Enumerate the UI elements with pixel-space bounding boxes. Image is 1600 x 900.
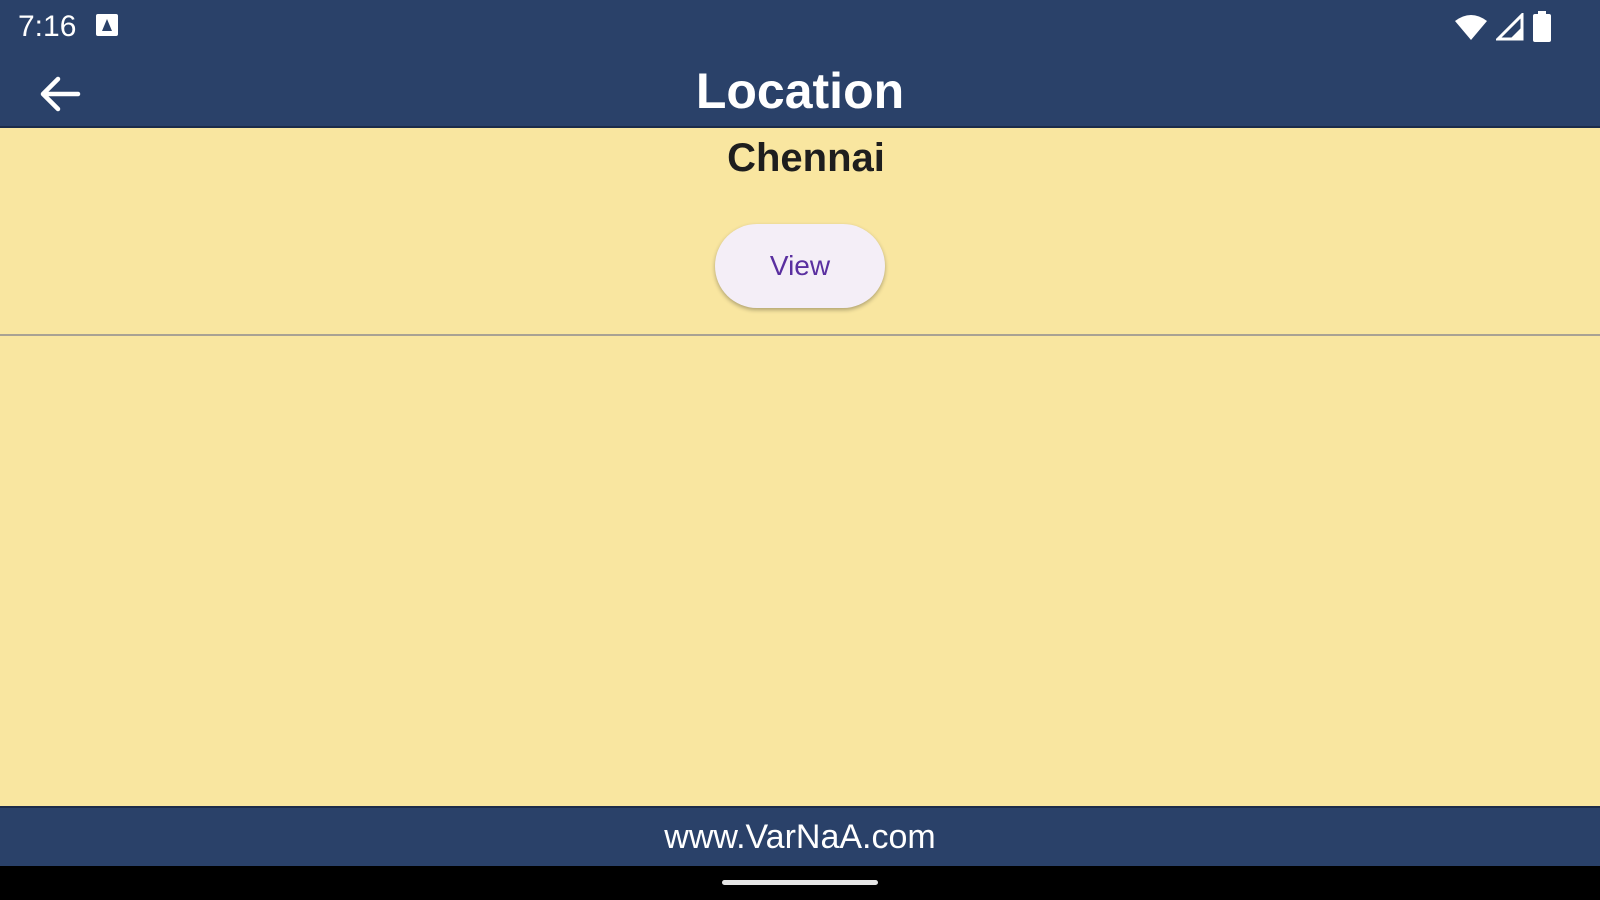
app-bar: Location	[0, 56, 1600, 128]
battery-icon	[1532, 11, 1552, 48]
city-name: Chennai	[727, 136, 885, 180]
notification-icon	[96, 14, 118, 36]
view-button[interactable]: View	[715, 224, 885, 308]
signal-icon	[1494, 11, 1524, 46]
wifi-icon	[1454, 13, 1488, 46]
footer: www.VarNaA.com	[0, 806, 1600, 866]
status-bar: 7:16	[0, 0, 1600, 56]
divider	[0, 334, 1600, 336]
status-icons	[1454, 11, 1552, 48]
home-indicator[interactable]	[722, 880, 878, 885]
status-time: 7:16	[18, 10, 77, 43]
main-content: Chennai View	[0, 128, 1600, 806]
navigation-bar	[0, 866, 1600, 900]
page-title: Location	[695, 63, 905, 119]
website-link[interactable]: www.VarNaA.com	[0, 818, 1600, 857]
